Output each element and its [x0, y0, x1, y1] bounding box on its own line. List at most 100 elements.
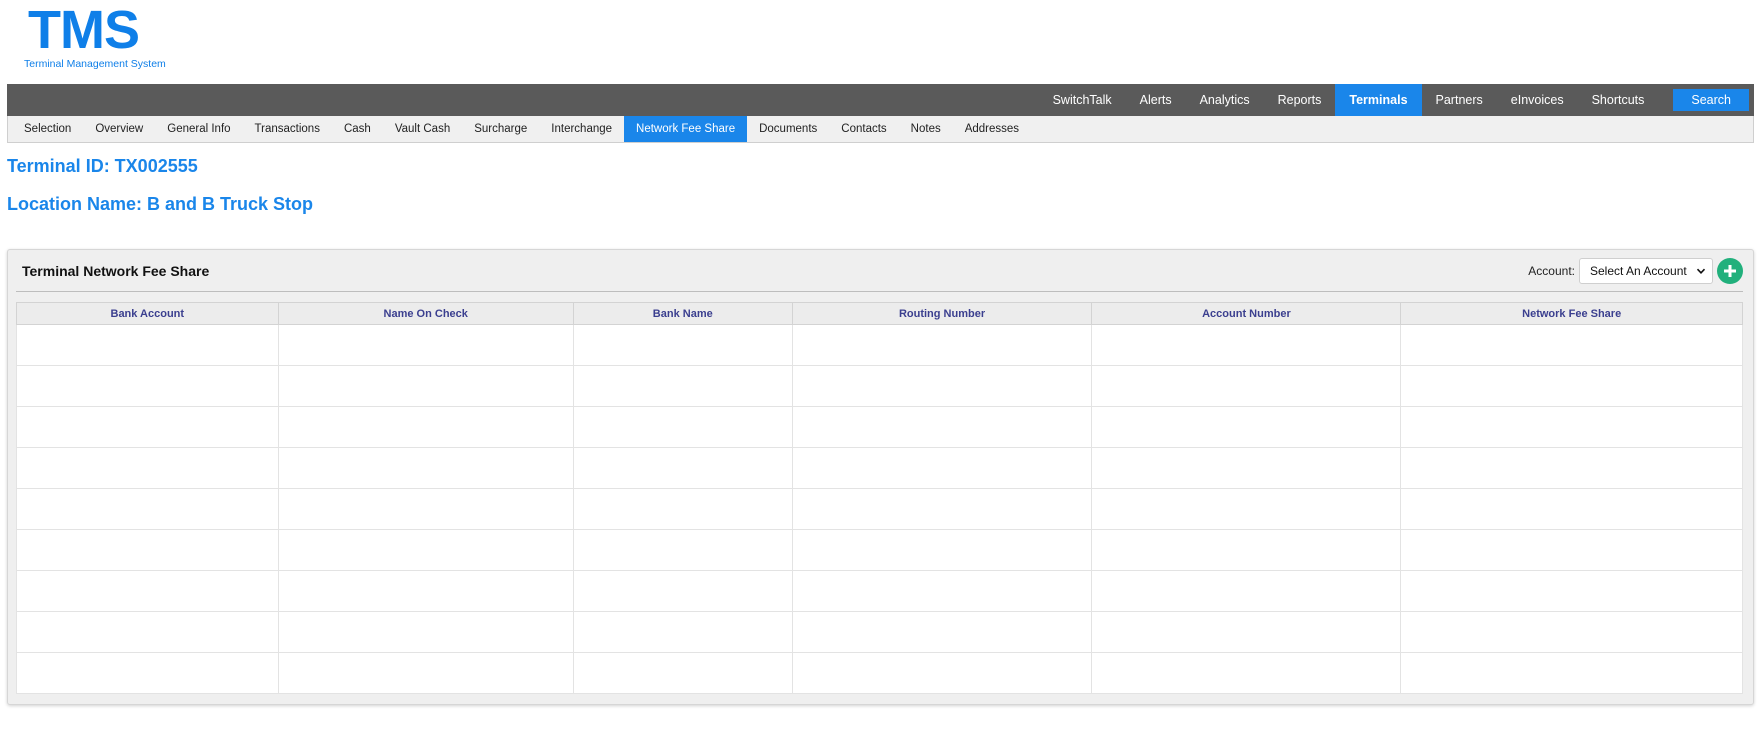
col-account-number[interactable]: Account Number [1091, 302, 1402, 325]
nav-analytics[interactable]: Analytics [1186, 84, 1264, 116]
table-cell [1400, 406, 1743, 448]
top-navigation: SwitchTalk Alerts Analytics Reports Term… [7, 84, 1754, 116]
table-cell [16, 488, 279, 530]
tab-contacts[interactable]: Contacts [829, 116, 898, 142]
account-control: Account: Select An Account [1528, 257, 1743, 284]
table-row[interactable] [16, 324, 1743, 366]
table-row[interactable] [16, 406, 1743, 448]
tab-notes[interactable]: Notes [899, 116, 953, 142]
tab-overview[interactable]: Overview [83, 116, 155, 142]
table-cell [791, 652, 1093, 694]
account-select[interactable]: Select An Account [1579, 257, 1713, 284]
tab-vault-cash[interactable]: Vault Cash [383, 116, 462, 142]
col-name-on-check[interactable]: Name On Check [277, 302, 574, 325]
search-button[interactable]: Search [1673, 89, 1749, 111]
table-cell [1091, 488, 1402, 530]
table-cell [791, 529, 1093, 571]
table-row[interactable] [16, 447, 1743, 489]
table-cell [1091, 529, 1402, 571]
table-cell [791, 365, 1093, 407]
table-row[interactable] [16, 611, 1743, 653]
table-cell [277, 652, 574, 694]
table-cell [1400, 324, 1743, 366]
col-routing-number[interactable]: Routing Number [791, 302, 1093, 325]
col-bank-name[interactable]: Bank Name [572, 302, 793, 325]
table-cell [1091, 611, 1402, 653]
col-network-fee-share[interactable]: Network Fee Share [1400, 302, 1743, 325]
table-cell [1091, 570, 1402, 612]
fee-share-table: Bank Account Name On Check Bank Name Rou… [16, 302, 1743, 694]
tab-surcharge[interactable]: Surcharge [462, 116, 539, 142]
table-cell [1091, 324, 1402, 366]
tab-network-fee-share[interactable]: Network Fee Share [624, 116, 748, 142]
table-cell [572, 365, 793, 407]
table-cell [277, 529, 574, 571]
table-row[interactable] [16, 529, 1743, 571]
table-cell [572, 570, 793, 612]
table-cell [16, 324, 279, 366]
table-cell [16, 570, 279, 612]
network-fee-share-panel: Terminal Network Fee Share Account: Sele… [7, 249, 1754, 705]
table-cell [572, 611, 793, 653]
table-cell [1400, 365, 1743, 407]
table-cell [1400, 611, 1743, 653]
table-cell [1091, 365, 1402, 407]
table-row[interactable] [16, 488, 1743, 530]
table-cell [791, 488, 1093, 530]
table-cell [572, 529, 793, 571]
table-cell [572, 324, 793, 366]
table-cell [277, 488, 574, 530]
table-cell [16, 406, 279, 448]
tms-logo[interactable]: TMS Terminal Management System [24, 3, 174, 70]
tab-addresses[interactable]: Addresses [953, 116, 1031, 142]
table-header-row: Bank Account Name On Check Bank Name Rou… [16, 302, 1743, 325]
table-row[interactable] [16, 652, 1743, 694]
tab-interchange[interactable]: Interchange [539, 116, 624, 142]
nav-switchtalk[interactable]: SwitchTalk [1039, 84, 1126, 116]
table-cell [791, 570, 1093, 612]
table-cell [1400, 529, 1743, 571]
table-cell [1400, 488, 1743, 530]
logo-text: TMS [28, 0, 140, 60]
table-cell [277, 365, 574, 407]
table-cell [1091, 406, 1402, 448]
terminal-subnav: Selection Overview General Info Transact… [7, 116, 1754, 143]
table-cell [1400, 652, 1743, 694]
chevron-down-icon [1696, 268, 1706, 274]
nav-einvoices[interactable]: eInvoices [1497, 84, 1578, 116]
col-bank-account[interactable]: Bank Account [16, 302, 279, 325]
table-cell [791, 406, 1093, 448]
logo-subtitle: Terminal Management System [24, 58, 166, 70]
panel-title: Terminal Network Fee Share [22, 262, 210, 279]
location-name-heading: Location Name: B and B Truck Stop [7, 194, 314, 214]
account-select-value: Select An Account [1590, 263, 1687, 278]
tab-documents[interactable]: Documents [747, 116, 829, 142]
plus-circle-icon [1724, 264, 1736, 277]
account-label: Account: [1528, 263, 1575, 278]
table-cell [572, 447, 793, 489]
table-cell [572, 406, 793, 448]
nav-shortcuts[interactable]: Shortcuts [1578, 84, 1659, 116]
nav-reports[interactable]: Reports [1264, 84, 1336, 116]
table-cell [277, 324, 574, 366]
nav-terminals[interactable]: Terminals [1335, 84, 1422, 116]
tab-general-info[interactable]: General Info [155, 116, 242, 142]
nav-partners[interactable]: Partners [1422, 84, 1497, 116]
table-cell [277, 611, 574, 653]
table-cell [1400, 570, 1743, 612]
nav-alerts[interactable]: Alerts [1126, 84, 1186, 116]
table-row[interactable] [16, 570, 1743, 612]
table-cell [572, 652, 793, 694]
table-row[interactable] [16, 365, 1743, 407]
tab-cash[interactable]: Cash [332, 116, 383, 142]
table-cell [1091, 652, 1402, 694]
table-cell [16, 529, 279, 571]
add-account-button[interactable] [1717, 257, 1743, 284]
tab-selection[interactable]: Selection [12, 116, 83, 142]
tab-transactions[interactable]: Transactions [243, 116, 332, 142]
table-cell [1091, 447, 1402, 489]
table-cell [277, 406, 574, 448]
table-cell [791, 611, 1093, 653]
table-cell [277, 447, 574, 489]
table-cell [16, 611, 279, 653]
